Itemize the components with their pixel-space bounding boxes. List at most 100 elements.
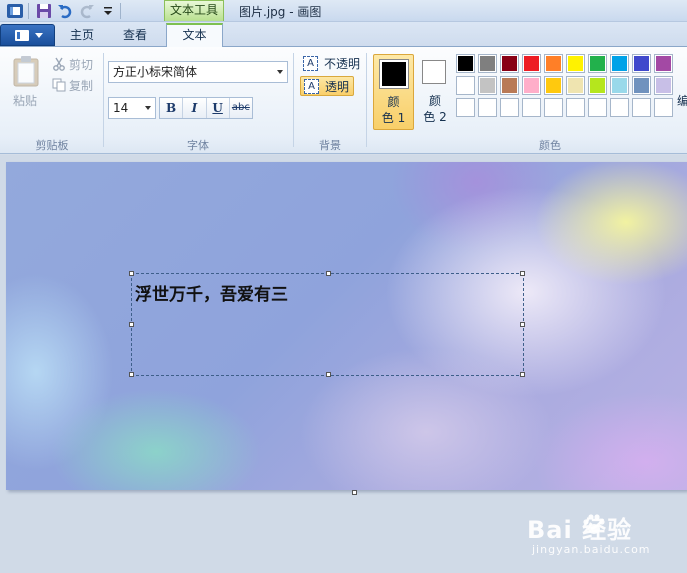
swatch-fill [612, 78, 627, 93]
copy-button[interactable]: 复制 [52, 77, 93, 95]
color-1-label: 颜 [387, 95, 400, 109]
palette-color-swatch[interactable] [632, 54, 651, 73]
resize-handle[interactable] [520, 372, 525, 377]
strikethrough-button[interactable]: abc [230, 98, 252, 118]
palette-custom-slot[interactable] [654, 98, 673, 117]
swatch-fill [568, 78, 583, 93]
watermark-url: jingyan.baidu.com [532, 543, 651, 556]
font-family-select[interactable]: 方正小标宋简体 [108, 61, 288, 83]
clipboard-group-label: 剪贴板 [35, 139, 69, 152]
palette-color-swatch[interactable] [478, 76, 497, 95]
tab-text[interactable]: 文本 [166, 23, 223, 48]
resize-handle[interactable] [520, 322, 525, 327]
transparent-button[interactable]: A 透明 [300, 76, 355, 96]
font-group-label: 字体 [187, 139, 209, 152]
palette-color-swatch[interactable] [522, 76, 541, 95]
palette-custom-slot[interactable] [522, 98, 541, 117]
color-2-fill [425, 63, 443, 81]
palette-custom-slot[interactable] [500, 98, 519, 117]
scissors-icon [53, 57, 65, 71]
palette-color-swatch[interactable] [478, 54, 497, 73]
font-size-select[interactable]: 14 [108, 97, 156, 119]
undo-icon[interactable] [57, 3, 73, 19]
swatch-fill [612, 56, 627, 71]
swatch-fill [590, 78, 605, 93]
paint-menu-button[interactable] [0, 24, 55, 46]
palette-custom-slot[interactable] [632, 98, 651, 117]
palette-color-swatch[interactable] [544, 76, 563, 95]
palette-color-swatch[interactable] [522, 54, 541, 73]
swatch-fill [480, 56, 495, 71]
palette-color-swatch[interactable] [588, 54, 607, 73]
palette-color-swatch[interactable] [654, 54, 673, 73]
resize-handle[interactable] [129, 372, 134, 377]
colors-group-label: 颜色 [539, 139, 561, 152]
canvas-resize-handle[interactable] [352, 490, 357, 495]
italic-button[interactable]: I [183, 98, 207, 118]
palette-color-swatch[interactable] [610, 54, 629, 73]
palette-color-swatch[interactable] [456, 54, 475, 73]
bold-button[interactable]: B [160, 98, 184, 118]
redo-icon[interactable] [79, 3, 95, 19]
palette-custom-slot[interactable] [566, 98, 585, 117]
cut-button[interactable]: 剪切 [52, 56, 93, 74]
edit-colors-button[interactable]: 编 [677, 92, 687, 109]
swatch-fill [524, 56, 539, 71]
palette-custom-slot[interactable] [544, 98, 563, 117]
baidu-watermark: Bai 经验 jingyan.baidu.com [527, 510, 677, 560]
resize-handle[interactable] [129, 322, 134, 327]
palette-color-swatch[interactable] [566, 54, 585, 73]
palette-color-swatch[interactable] [588, 76, 607, 95]
palette-color-swatch[interactable] [654, 76, 673, 95]
swatch-fill [546, 56, 561, 71]
palette-custom-slot[interactable] [588, 98, 607, 117]
resize-handle[interactable] [326, 372, 331, 377]
color-1-button[interactable]: 颜 色 1 [373, 54, 414, 130]
text-box[interactable]: 浮世万千，吾爱有三 [129, 271, 525, 377]
title-bar: 文本工具 图片.jpg - 画图 [0, 0, 687, 22]
palette-custom-slot[interactable] [610, 98, 629, 117]
swatch-fill [546, 78, 561, 93]
save-icon[interactable] [36, 3, 52, 19]
palette-color-swatch[interactable] [610, 76, 629, 95]
swatch-fill [502, 100, 517, 115]
palette-color-swatch[interactable] [544, 54, 563, 73]
chevron-down-icon [35, 33, 43, 38]
text-tools-context-tab: 文本工具 [164, 0, 224, 21]
tab-view[interactable]: 查看 [112, 26, 158, 47]
underline-button[interactable]: U [207, 98, 230, 118]
resize-handle[interactable] [129, 271, 134, 276]
swatch-fill [656, 78, 671, 93]
swatch-fill [458, 78, 473, 93]
palette-custom-slot[interactable] [478, 98, 497, 117]
palette-custom-slot[interactable] [456, 98, 475, 117]
transparent-icon: A [304, 79, 319, 94]
paste-button[interactable]: 粘贴 [13, 92, 37, 109]
swatch-fill [458, 100, 473, 115]
color-2-label: 颜 [428, 94, 441, 108]
watermark-main: Bai 经验 [527, 516, 633, 544]
swatch-fill [524, 100, 539, 115]
palette-color-swatch[interactable] [500, 76, 519, 95]
paint-app-icon[interactable] [6, 3, 24, 19]
palette-color-swatch[interactable] [456, 76, 475, 95]
text-box-content[interactable]: 浮世万千，吾爱有三 [135, 280, 288, 305]
customize-toolbar-icon[interactable] [100, 3, 116, 19]
copy-icon [52, 78, 66, 92]
group-separator [293, 53, 294, 147]
tab-home[interactable]: 主页 [59, 26, 105, 47]
swatch-fill [480, 78, 495, 93]
palette-color-swatch[interactable] [632, 76, 651, 95]
swatch-fill [546, 100, 561, 115]
palette-color-swatch[interactable] [566, 76, 585, 95]
resize-handle[interactable] [326, 271, 331, 276]
palette-color-swatch[interactable] [500, 54, 519, 73]
swatch-fill [612, 100, 627, 115]
paw-icon [583, 514, 605, 534]
color-2-button[interactable]: 颜 色 2 [419, 54, 451, 130]
resize-handle[interactable] [520, 271, 525, 276]
swatch-fill [634, 78, 649, 93]
color-1-fill [382, 62, 406, 86]
swatch-fill [568, 100, 583, 115]
opaque-button[interactable]: A 不透明 [300, 54, 364, 74]
